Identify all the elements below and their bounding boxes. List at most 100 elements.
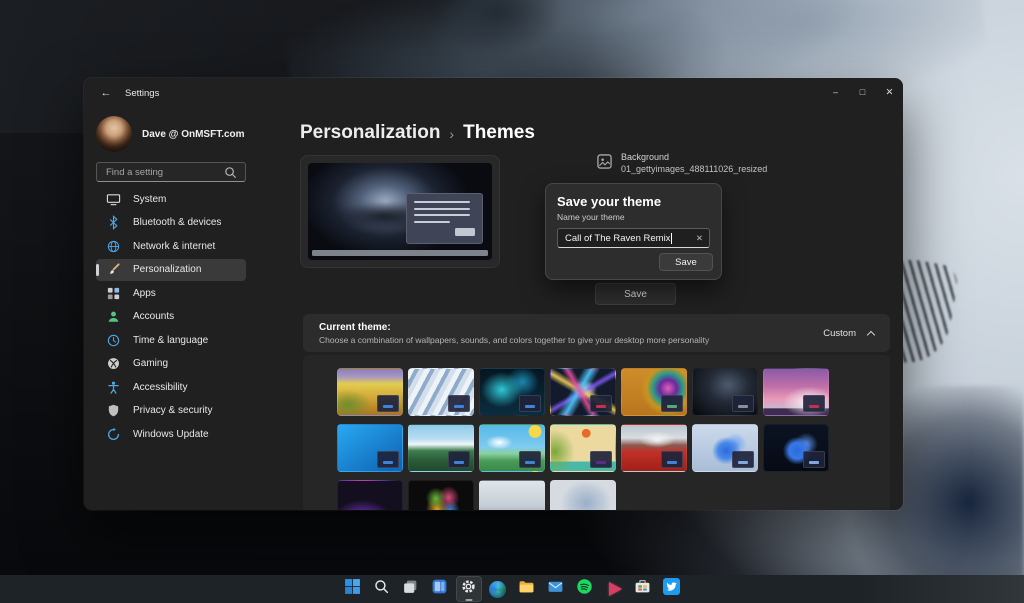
sidebar-item-label: Accounts [133, 311, 174, 322]
theme-name-field[interactable]: Call of The Raven Remix ✕ [557, 228, 710, 248]
theme-tile-purple-glow[interactable] [337, 480, 403, 510]
clear-text-icon[interactable]: ✕ [696, 233, 703, 244]
theme-tile-windows-bloom-dark[interactable] [763, 424, 829, 472]
sidebar-item-label: Windows Update [133, 429, 209, 440]
accounts-icon [106, 309, 121, 324]
theme-tile-red-flower-field[interactable] [621, 424, 687, 472]
sidebar-item-bluetooth-devices[interactable]: Bluetooth & devices [96, 212, 246, 234]
theme-tile-architecture[interactable] [408, 368, 474, 416]
user-name: Dave @ OnMSFT.com [142, 129, 245, 140]
breadcrumb-personalization[interactable]: Personalization [300, 122, 440, 144]
close-button[interactable]: ✕ [876, 78, 903, 106]
personalization-icon [106, 262, 121, 277]
sidebar-item-network-internet[interactable]: Network & internet [96, 235, 246, 257]
minimize-button[interactable]: – [822, 78, 849, 106]
play-icon [609, 582, 622, 596]
sidebar-item-personalization[interactable]: Personalization [96, 259, 246, 281]
theme-tile-lighthouse-illustration[interactable] [479, 424, 545, 472]
sidebar-item-label: System [133, 194, 166, 205]
dialog-save-button[interactable]: Save [659, 253, 713, 271]
dialog-title: Save your theme [557, 194, 710, 209]
gaming-icon [106, 356, 121, 371]
sidebar-item-gaming[interactable]: Gaming [96, 353, 246, 375]
sidebar-item-system[interactable]: System [96, 188, 246, 210]
sidebar-item-accounts[interactable]: Accounts [96, 306, 246, 328]
preview-sample-button [455, 228, 475, 236]
search-box[interactable] [96, 162, 246, 182]
text-caret [671, 233, 672, 244]
task-view-icon [402, 578, 419, 600]
mini-window-overlay [661, 451, 683, 468]
mini-window-overlay [519, 395, 541, 412]
media-play-button[interactable] [601, 576, 627, 602]
edge-icon [489, 581, 506, 598]
mini-window-overlay [732, 395, 754, 412]
folder-icon [518, 578, 535, 600]
sidebar-item-apps[interactable]: Apps [96, 282, 246, 304]
sidebar-item-label: Privacy & security [133, 405, 212, 416]
maximize-button[interactable]: □ [849, 78, 876, 106]
current-theme-card[interactable]: Current theme: Choose a combination of w… [303, 314, 890, 352]
theme-tile-landscape-painting[interactable] [337, 368, 403, 416]
mini-window-overlay [590, 395, 612, 412]
theme-tile-pink-clouds[interactable] [763, 368, 829, 416]
chevron-up-icon[interactable] [867, 330, 875, 338]
widgets-button[interactable] [427, 576, 453, 602]
mini-window-overlay [661, 395, 683, 412]
back-button[interactable]: ← [97, 87, 115, 99]
spotify-button[interactable] [572, 576, 598, 602]
window-title: Settings [125, 88, 159, 99]
sidebar-item-time-language[interactable]: Time & language [96, 329, 246, 351]
mini-window-overlay [448, 395, 470, 412]
settings-taskbar-button[interactable] [456, 576, 482, 602]
theme-tile-raven-dark[interactable] [692, 368, 758, 416]
page-title: Themes [463, 122, 535, 144]
mail-button[interactable] [543, 576, 569, 602]
mini-window-overlay [448, 451, 470, 468]
theme-tile-windows-bloom-light[interactable] [692, 424, 758, 472]
theme-tile-mountain-illustration[interactable] [408, 424, 474, 472]
gear-icon [460, 578, 477, 600]
network-icon [106, 239, 121, 254]
sidebar-item-privacy-security[interactable]: Privacy & security [96, 400, 246, 422]
current-theme-title: Current theme: [319, 322, 709, 333]
start-button[interactable] [340, 576, 366, 602]
search-icon [223, 165, 238, 180]
sidebar-item-windows-update[interactable]: Windows Update [96, 423, 246, 445]
theme-tile-macro-rings[interactable] [621, 368, 687, 416]
twitter-icon [663, 578, 680, 600]
file-explorer-button[interactable] [514, 576, 540, 602]
save-theme-button[interactable]: Save [595, 283, 676, 305]
user-account[interactable]: Dave @ OnMSFT.com [96, 114, 246, 154]
theme-gallery [303, 355, 890, 510]
sidebar-item-label: Accessibility [133, 382, 187, 393]
privacy-icon [106, 403, 121, 418]
time-language-icon [106, 333, 121, 348]
theme-tile-light-flower[interactable] [550, 480, 616, 510]
taskbar-search-button[interactable] [369, 576, 395, 602]
sidebar-item-accessibility[interactable]: Accessibility [96, 376, 246, 398]
toolbox-button[interactable] [630, 576, 656, 602]
task-view-button[interactable] [398, 576, 424, 602]
twitter-button[interactable] [659, 576, 685, 602]
accessibility-icon [106, 380, 121, 395]
sidebar-item-label: Network & internet [133, 241, 215, 252]
breadcrumb: Personalization › Themes [300, 122, 535, 144]
search-input[interactable] [104, 166, 223, 179]
theme-tile-aurora[interactable] [479, 368, 545, 416]
themes-page: Personalization › Themes [300, 108, 903, 510]
system-icon [106, 192, 121, 207]
theme-tile-light-trails[interactable] [550, 368, 616, 416]
edge-button[interactable] [485, 576, 511, 602]
background-label: Background [621, 152, 767, 162]
current-theme-value: Custom [823, 328, 856, 339]
window-controls: – □ ✕ [822, 78, 903, 106]
mail-icon [547, 578, 564, 600]
theme-tile-sunny-meadow[interactable] [550, 424, 616, 472]
theme-tile-dark-rainbow-flower[interactable] [408, 480, 474, 510]
theme-tile-blue-flow[interactable] [337, 424, 403, 472]
theme-tile-light-landscape[interactable] [479, 480, 545, 510]
picture-icon [597, 154, 612, 169]
toolbox-icon [634, 578, 651, 600]
windows-update-icon [106, 427, 121, 442]
